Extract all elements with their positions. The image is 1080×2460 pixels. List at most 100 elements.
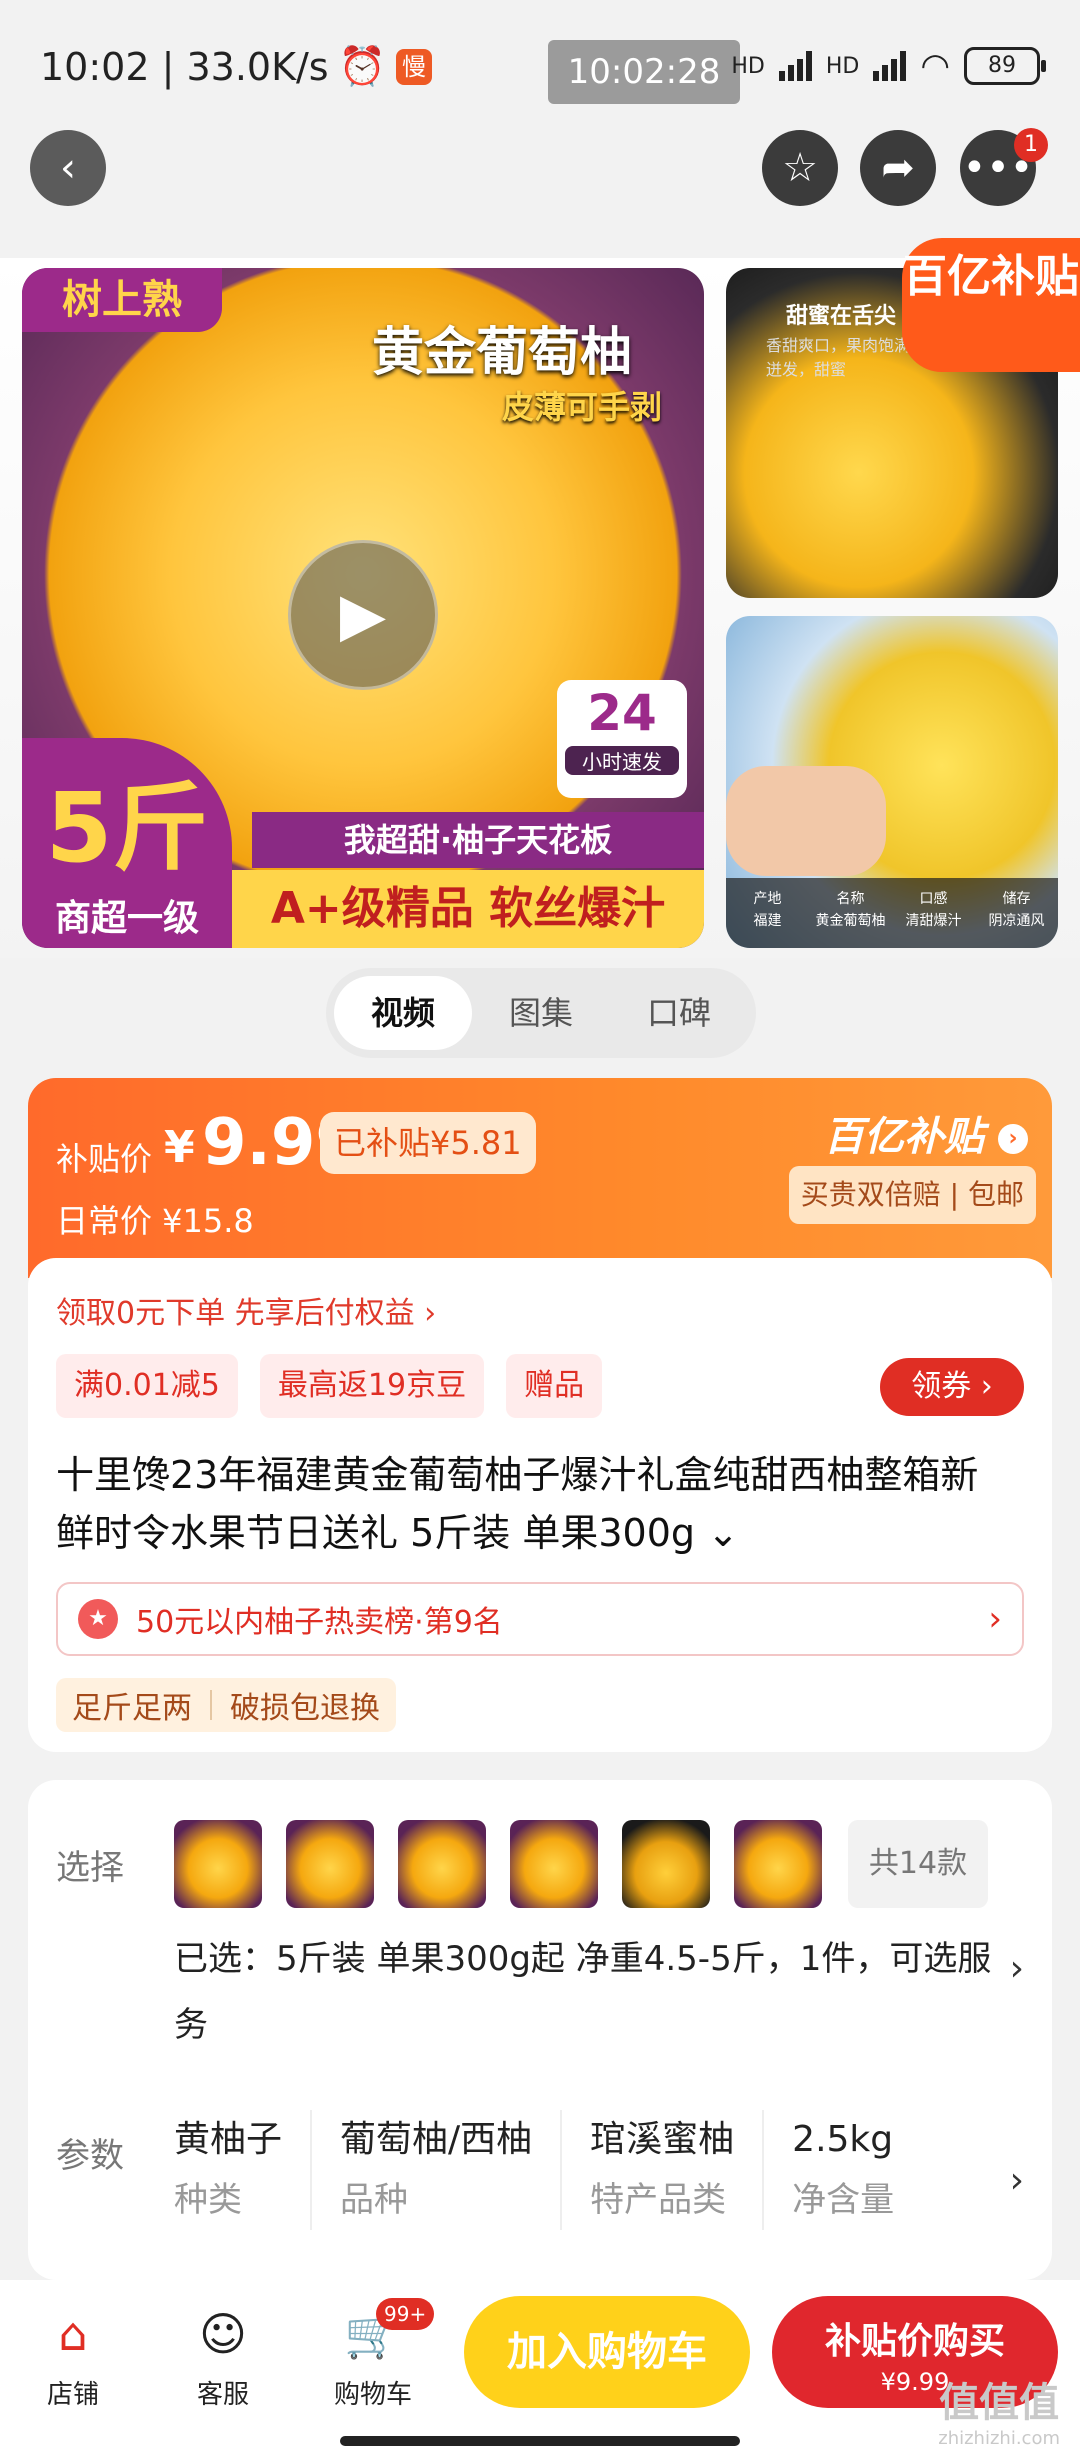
spec-item: 口感 清甜爆汁 bbox=[905, 891, 962, 929]
status-left: 10:02 | 33.0K/s ⏰ 慢 bbox=[40, 44, 432, 89]
medal-icon: ★ bbox=[78, 1599, 118, 1639]
product-title[interactable]: 十里馋23年福建黄金葡萄柚子爆汁礼盒纯甜西柚整箱新鲜时令水果节日送礼 5斤装 单… bbox=[56, 1446, 1016, 1562]
cart-button[interactable]: 🛒 99+ 购物车 bbox=[318, 2298, 435, 2411]
guarantee-badge: 买贵双倍赔 | 包邮 bbox=[788, 1166, 1036, 1224]
weight-badge: 5斤 商超一级 bbox=[22, 738, 232, 948]
battery-icon: 89 bbox=[964, 47, 1046, 85]
status-bar: 10:02 | 33.0K/s ⏰ 慢 10:02:28 HD HD ◠ 89 bbox=[0, 0, 1080, 120]
main-video-thumbnail[interactable]: 树上熟 黄金葡萄柚 皮薄可手剥 ▶ 24 小时速发 5斤 商超一级 我超甜·柚子… bbox=[22, 268, 704, 948]
play-icon[interactable]: ▶ bbox=[288, 540, 438, 690]
coupon-tag[interactable]: 满0.01减5 bbox=[56, 1354, 238, 1418]
weight-text: 商超一级 bbox=[54, 898, 199, 939]
param-item: 琯溪蜜柚 特产品类 bbox=[590, 2110, 765, 2230]
signal-1-label: HD bbox=[731, 53, 765, 79]
signal-2-icon bbox=[873, 51, 907, 81]
tab-gallery[interactable]: 图集 bbox=[472, 976, 610, 1050]
home-indicator[interactable] bbox=[340, 2436, 740, 2446]
sku-thumb[interactable] bbox=[398, 1820, 486, 1908]
currency-symbol: ¥ bbox=[164, 1122, 195, 1173]
customer-service-button[interactable]: ☺ 客服 bbox=[168, 2304, 278, 2411]
watermark: 值值值 zhizhizhi.com bbox=[938, 2380, 1060, 2449]
price-banner: 补贴价 ¥ 9.99 已补贴¥5.81 日常价 ¥15.8 百亿补贴 › 买贵双… bbox=[28, 1078, 1052, 1278]
chevron-left-icon: ‹ bbox=[60, 145, 76, 191]
tab-reviews[interactable]: 口碑 bbox=[610, 976, 748, 1050]
buy-now-label: 补贴价购买 bbox=[824, 2321, 1005, 2362]
param-item: 2.5kg 净含量 bbox=[792, 2119, 895, 2220]
product-info-card: 领取0元下单 先享后付权益 › 满0.01减5 最高返19京豆 赠品 领券 › … bbox=[28, 1258, 1052, 1752]
params-label: 参数 bbox=[56, 2136, 124, 2176]
service-tags: 足斤足两 破损包退换 bbox=[56, 1678, 396, 1732]
coupon-list: 满0.01减5 最高返19京豆 赠品 bbox=[56, 1354, 603, 1418]
time-speed: 10:02 | 33.0K/s bbox=[40, 44, 329, 89]
back-button[interactable]: ‹ bbox=[30, 130, 106, 206]
status-right: HD HD ◠ 89 bbox=[731, 46, 1046, 86]
saved-amount-badge: 已补贴¥5.81 bbox=[320, 1112, 536, 1174]
sku-thumb[interactable] bbox=[286, 1820, 374, 1908]
coupon-tag[interactable]: 最高返19京豆 bbox=[259, 1354, 485, 1418]
sku-thumb[interactable] bbox=[734, 1820, 822, 1908]
sku-thumb[interactable] bbox=[174, 1820, 262, 1908]
spec-item: 储存 阴凉通风 bbox=[988, 891, 1045, 929]
add-to-cart-button[interactable]: 加入购物车 bbox=[464, 2296, 750, 2408]
store-button[interactable]: ⌂ 店铺 bbox=[18, 2304, 128, 2411]
sku-thumbnails bbox=[174, 1820, 822, 1908]
ship-hours: 24 bbox=[587, 684, 657, 742]
subsidy-brand-link[interactable]: 百亿补贴 › bbox=[824, 1104, 1028, 1162]
sweet-banner: 我超甜·柚子天花板 bbox=[252, 812, 704, 868]
bottom-action-bar: ⌂ 店铺 ☺ 客服 🛒 99+ 购物车 加入购物车 补贴价购买 ¥9.99 bbox=[0, 2280, 1080, 2460]
service-tag: 破损包退换 bbox=[230, 1691, 380, 1726]
share-button[interactable]: ➦ bbox=[860, 130, 936, 206]
param-item: 黄柚子 种类 bbox=[174, 2110, 313, 2230]
gallery-title: 黄金葡萄柚 bbox=[372, 323, 633, 383]
chevron-right-icon[interactable]: › bbox=[1010, 1948, 1024, 1989]
tab-video[interactable]: 视频 bbox=[334, 976, 472, 1050]
expand-chevron-icon[interactable]: ⌄ bbox=[707, 1511, 739, 1555]
coupon-tag[interactable]: 赠品 bbox=[506, 1354, 603, 1418]
sku-thumb[interactable] bbox=[510, 1820, 598, 1908]
notification-badge: 1 bbox=[1014, 128, 1048, 162]
weight-big: 5斤 bbox=[45, 772, 209, 884]
favorite-button[interactable]: ☆ bbox=[762, 130, 838, 206]
hand-image bbox=[726, 766, 886, 876]
options-card: 选择 共14款 已选：5斤装 单果300g起 净重4.5-5斤，1件，可选服务 … bbox=[28, 1780, 1052, 2280]
thumb-caption: 甜蜜在舌尖 bbox=[786, 304, 897, 329]
alarm-icon: ⏰ bbox=[338, 44, 386, 88]
store-label: 店铺 bbox=[46, 2380, 99, 2410]
divider bbox=[210, 1690, 212, 1720]
share-icon: ➦ bbox=[881, 145, 915, 191]
clock-pill: 10:02:28 bbox=[548, 40, 740, 104]
params-list[interactable]: 黄柚子 种类 葡萄柚/西柚 品种 琯溪蜜柚 特产品类 2.5kg 净含量 bbox=[174, 2110, 950, 2230]
more-sku-button[interactable]: 共14款 bbox=[848, 1820, 988, 1908]
spec-item: 名称 黄金葡萄柚 bbox=[815, 891, 886, 929]
service-tag: 足斤足两 bbox=[72, 1691, 192, 1726]
sku-thumb[interactable] bbox=[622, 1820, 710, 1908]
star-icon: ☆ bbox=[782, 145, 818, 191]
subsidy-price-label: 补贴价 bbox=[56, 1140, 153, 1178]
wifi-icon: ◠ bbox=[920, 46, 950, 86]
media-tabs: 视频 图集 口碑 bbox=[326, 968, 756, 1058]
spec-item: 产地 福建 bbox=[753, 891, 782, 929]
ranking-text: 50元以内柚子热卖榜·第9名 bbox=[136, 1605, 503, 1640]
pay-later-link[interactable]: 领取0元下单 先享后付权益 › bbox=[56, 1288, 436, 1332]
chevron-right-icon[interactable]: › bbox=[1010, 2160, 1024, 2201]
chevron-right-icon: › bbox=[998, 1124, 1028, 1154]
param-item: 葡萄柚/西柚 品种 bbox=[340, 2110, 563, 2230]
gallery-subtitle: 皮薄可手剥 bbox=[502, 388, 663, 426]
store-icon: ⌂ bbox=[58, 2307, 88, 2361]
chevron-right-icon: › bbox=[988, 1599, 1002, 1639]
selected-sku-text[interactable]: 已选：5斤装 单果300g起 净重4.5-5斤，1件，可选服务 bbox=[174, 1926, 994, 2058]
cart-count-badge: 99+ bbox=[376, 2298, 435, 2330]
subsidy-logo: 百亿补贴 bbox=[902, 238, 1080, 372]
ranking-link[interactable]: ★ 50元以内柚子热卖榜·第9名 › bbox=[56, 1582, 1024, 1656]
get-coupon-button[interactable]: 领券 › bbox=[880, 1358, 1024, 1416]
service-label: 客服 bbox=[196, 2380, 249, 2410]
fast-ship-badge: 24 小时速发 bbox=[557, 680, 687, 798]
chat-icon: ☺ bbox=[199, 2307, 247, 2361]
slow-badge-icon: 慢 bbox=[395, 48, 432, 85]
cart-label: 购物车 bbox=[333, 2380, 412, 2410]
daily-price: 日常价 ¥15.8 bbox=[56, 1202, 254, 1240]
ripe-ribbon: 树上熟 bbox=[22, 268, 222, 332]
product-spec-strip: 产地 福建 名称 黄金葡萄柚 口感 清甜爆汁 储存 阴凉通风 bbox=[726, 878, 1058, 948]
gallery-thumb-2[interactable]: 产地 福建 名称 黄金葡萄柚 口感 清甜爆汁 储存 阴凉通风 bbox=[726, 616, 1058, 948]
signal-2-label: HD bbox=[825, 53, 860, 79]
